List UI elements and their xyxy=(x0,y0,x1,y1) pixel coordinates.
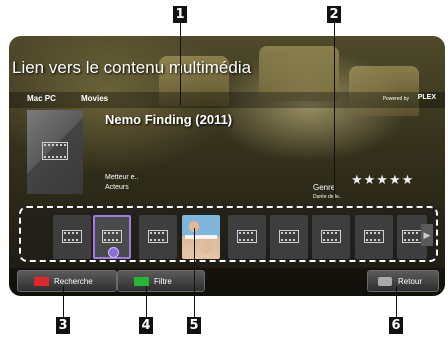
callout-3: 3 xyxy=(56,317,70,334)
content-thumbnail[interactable] xyxy=(312,215,350,259)
film-icon xyxy=(321,230,341,243)
content-thumbnail[interactable] xyxy=(355,215,393,259)
content-strip[interactable]: ▶ xyxy=(19,206,438,262)
filter-button-label: Filtre xyxy=(154,277,172,286)
green-key-icon xyxy=(134,277,149,286)
back-button[interactable]: Retour xyxy=(367,270,439,292)
film-icon xyxy=(279,230,299,243)
red-key-icon xyxy=(34,277,49,286)
powered-by-label: Powered by xyxy=(382,96,409,102)
poster-title-bar xyxy=(185,235,217,239)
leader-line-1 xyxy=(180,23,181,105)
director-label: Metteur e.. xyxy=(105,174,139,181)
content-thumbnail-selected[interactable] xyxy=(93,215,131,259)
genre-label: Genre xyxy=(313,183,336,192)
leader-line-6 xyxy=(396,286,397,317)
breadcrumb-mac-pc[interactable]: Mac PC xyxy=(27,94,56,103)
callout-1: 1 xyxy=(173,6,187,23)
leader-line-2 xyxy=(334,23,335,201)
plex-logo: PLEX xyxy=(417,94,436,101)
film-icon xyxy=(148,230,168,243)
search-button-label: Recherche xyxy=(54,277,93,286)
callout-2: 2 xyxy=(327,6,341,23)
back-button-label: Retour xyxy=(398,277,423,286)
film-icon xyxy=(402,230,422,243)
filter-button[interactable]: Filtre xyxy=(117,270,205,292)
film-icon xyxy=(364,230,384,243)
movie-title: Nemo Finding (2011) xyxy=(105,112,233,127)
content-thumbnail[interactable] xyxy=(53,215,91,259)
movie-poster xyxy=(27,110,83,194)
poster-face xyxy=(202,243,212,254)
film-icon xyxy=(62,230,82,243)
leader-line-4 xyxy=(146,286,147,317)
leader-line-3 xyxy=(63,286,64,317)
actors-label: Acteurs xyxy=(105,184,129,191)
search-button[interactable]: Recherche xyxy=(17,270,117,292)
breadcrumb xyxy=(9,92,445,108)
content-thumbnail[interactable] xyxy=(228,215,266,259)
back-icon xyxy=(378,277,392,286)
content-thumbnail-poster[interactable] xyxy=(182,215,220,259)
leader-line-5 xyxy=(194,228,195,317)
callout-5: 5 xyxy=(187,317,201,334)
selection-indicator xyxy=(108,247,119,258)
callout-4: 4 xyxy=(139,317,153,334)
film-icon xyxy=(237,230,257,243)
content-thumbnail[interactable] xyxy=(270,215,308,259)
film-icon xyxy=(102,230,122,243)
content-thumbnail[interactable] xyxy=(139,215,177,259)
breadcrumb-movies[interactable]: Movies xyxy=(81,94,108,103)
tv-screen: Lien vers le contenu multimédia Mac PC M… xyxy=(9,36,445,296)
rating-stars: ★★★★★ xyxy=(351,172,415,187)
page-title: Lien vers le contenu multimédia xyxy=(12,58,252,77)
next-arrow-icon[interactable]: ▶ xyxy=(421,224,433,246)
background-seat xyxy=(349,66,419,116)
duration-label: Durée de le.. xyxy=(313,194,342,200)
callout-6: 6 xyxy=(389,317,403,334)
film-icon xyxy=(42,142,68,160)
